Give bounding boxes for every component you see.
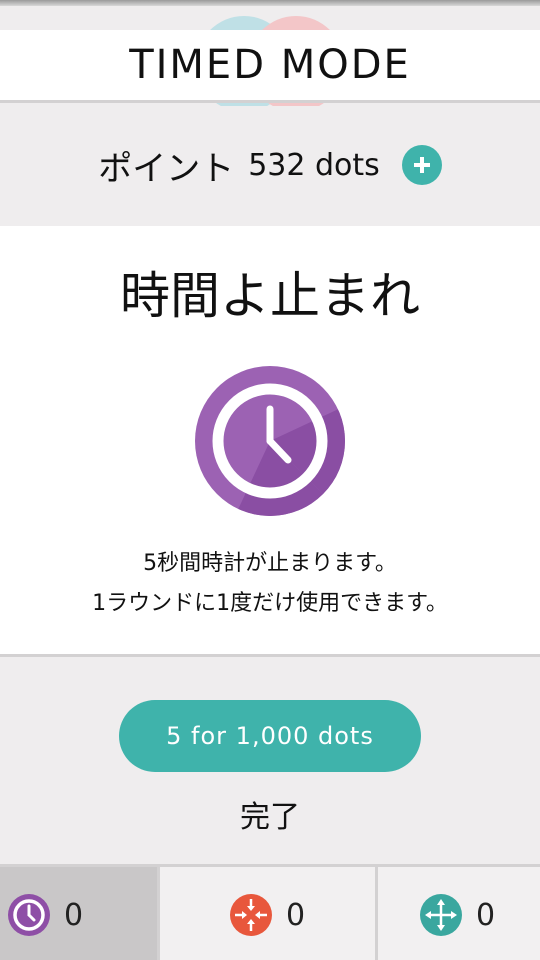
expand-arrows-icon <box>419 894 462 936</box>
clock-icon <box>8 894 50 936</box>
add-points-button[interactable] <box>401 145 442 185</box>
inventory-count: 0 <box>475 897 496 933</box>
mode-header: TIMED MODE <box>0 30 540 103</box>
buy-button[interactable]: 5 for 1,000 dots <box>119 700 421 772</box>
powerup-inventory-bar: 0 0 0 <box>0 864 540 960</box>
inventory-slot-shrink[interactable]: 0 <box>160 867 378 960</box>
done-button[interactable]: 完了 <box>0 792 540 836</box>
powerup-card: 時間よ止まれ 5秒間時計が止まります。 1ラウンドに1度だけ使用できます。 <box>0 226 540 657</box>
shrink-arrows-icon <box>229 894 272 936</box>
points-value: 532 dots <box>248 147 380 183</box>
plus-icon <box>413 157 430 173</box>
inventory-slot-clock[interactable]: 0 <box>0 867 160 960</box>
inventory-count: 0 <box>285 897 306 933</box>
mode-title: TIMED MODE <box>129 42 411 88</box>
screen: TIMED MODE ポイント 532 dots 時間よ止まれ 5秒間時計が止ま… <box>0 0 540 960</box>
points-row: ポイント 532 dots <box>0 106 540 224</box>
description-line-1: 5秒間時計が止まります。 <box>143 551 397 576</box>
points-label: ポイント <box>98 148 235 189</box>
description-line-2: 1ラウンドに1度だけ使用できます。 <box>92 591 448 616</box>
inventory-count: 0 <box>64 897 84 933</box>
clock-icon <box>195 366 345 516</box>
powerup-title: 時間よ止まれ <box>120 267 420 325</box>
powerup-description: 5秒間時計が止まります。 1ラウンドに1度だけ使用できます。 <box>0 544 540 624</box>
inventory-slot-expand[interactable]: 0 <box>378 867 537 960</box>
